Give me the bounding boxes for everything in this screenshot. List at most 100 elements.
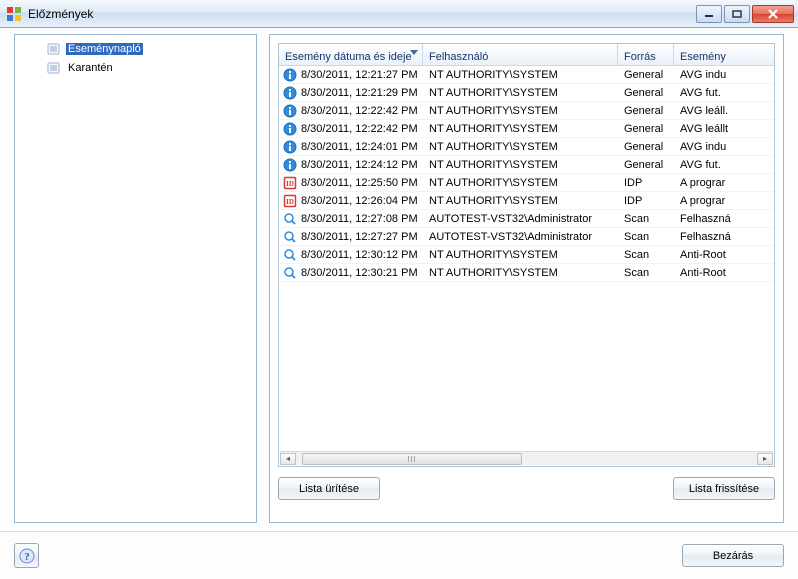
column-header-event[interactable]: Esemény: [674, 44, 743, 65]
cell-date-text: 8/30/2011, 12:24:12 PM: [301, 159, 418, 171]
table-row[interactable]: 8/30/2011, 12:27:27 PM AUTOTEST-VST32\Adm…: [279, 228, 774, 246]
info-icon: [283, 104, 299, 118]
cell-source: Scan: [618, 249, 674, 261]
tree-item-label: Eseménynapló: [66, 43, 143, 55]
cell-user: NT AUTHORITY\SYSTEM: [423, 267, 618, 279]
horizontal-scrollbar[interactable]: ◂ ▸: [280, 451, 773, 465]
window-title: Előzmények: [28, 7, 694, 21]
scroll-right-button[interactable]: ▸: [757, 453, 773, 465]
cell-date: 8/30/2011, 12:24:01 PM: [279, 140, 423, 154]
column-header-date[interactable]: Esemény dátuma és ideje: [279, 44, 423, 65]
cell-source: Scan: [618, 267, 674, 279]
table-row[interactable]: 8/30/2011, 12:30:12 PM NT AUTHORITY\SYSTE…: [279, 246, 774, 264]
tree-panel: Eseménynapló Karantén: [14, 34, 257, 523]
cell-source: General: [618, 69, 674, 81]
table-row[interactable]: 8/30/2011, 12:24:12 PMNT AUTHORITY\SYSTE…: [279, 156, 774, 174]
refresh-list-button[interactable]: Lista frissítése: [673, 477, 775, 500]
client-area: Eseménynapló Karantén Esemény dátuma és i…: [0, 28, 798, 579]
cell-user: NT AUTHORITY\SYSTEM: [423, 123, 618, 135]
cell-event: Anti-Root: [674, 267, 743, 279]
column-header-source[interactable]: Forrás: [618, 44, 674, 65]
body-area: Eseménynapló Karantén Esemény dátuma és i…: [14, 34, 784, 523]
cell-event: AVG leállt: [674, 123, 743, 135]
minimize-button[interactable]: [696, 5, 722, 23]
close-button[interactable]: Bezárás: [682, 544, 784, 567]
column-header-user-label: Felhasználó: [429, 51, 488, 63]
scroll-track[interactable]: [296, 453, 757, 465]
scroll-thumb[interactable]: [302, 453, 522, 465]
tree-item-label: Karantén: [66, 62, 115, 74]
column-header-event-label: Esemény: [680, 51, 726, 63]
help-icon: ?: [19, 548, 35, 564]
cell-date: 8/30/2011, 12:22:42 PM: [279, 122, 423, 136]
table-row[interactable]: 8/30/2011, 12:21:29 PM NT AUTHORITY\SYSTE…: [279, 84, 774, 102]
search-icon: [283, 248, 299, 262]
column-header-source-label: Forrás: [624, 51, 656, 63]
cell-date: ID8/30/2011, 12:26:04 PM: [279, 194, 423, 208]
tree-item[interactable]: Karantén: [19, 59, 252, 77]
cell-event: A prograr: [674, 195, 743, 207]
cell-user: AUTOTEST-VST32\Administrator: [423, 213, 618, 225]
cell-event: AVG indu: [674, 141, 743, 153]
cell-date-text: 8/30/2011, 12:30:12 PM: [301, 249, 418, 261]
cell-date-text: 8/30/2011, 12:24:01 PM: [301, 141, 418, 153]
info-icon: [283, 68, 299, 82]
grid-header: Esemény dátuma és ideje Felhasználó Forr…: [279, 44, 774, 66]
maximize-button[interactable]: [724, 5, 750, 23]
column-header-user[interactable]: Felhasználó: [423, 44, 618, 65]
events-panel: Esemény dátuma és ideje Felhasználó Forr…: [269, 34, 784, 523]
info-icon: [283, 86, 299, 100]
cell-date-text: 8/30/2011, 12:22:42 PM: [301, 123, 418, 135]
cell-date: 8/30/2011, 12:21:29 PM: [279, 86, 423, 100]
page-icon: [47, 61, 63, 75]
cell-date-text: 8/30/2011, 12:21:27 PM: [301, 69, 418, 81]
cell-user: NT AUTHORITY\SYSTEM: [423, 177, 618, 189]
idp-icon: ID: [283, 194, 299, 208]
cell-date: 8/30/2011, 12:30:12 PM: [279, 248, 423, 262]
close-window-button[interactable]: [752, 5, 794, 23]
cell-user: NT AUTHORITY\SYSTEM: [423, 249, 618, 261]
cell-event: Felhaszná: [674, 231, 743, 243]
table-row[interactable]: ID 8/30/2011, 12:25:50 PM NT AUTHORITY\SYS…: [279, 174, 774, 192]
page-icon: [47, 42, 63, 56]
search-icon: [283, 212, 299, 226]
table-row[interactable]: 8/30/2011, 12:27:08 PMAUTOTEST-VST32\Adm…: [279, 210, 774, 228]
cell-user: AUTOTEST-VST32\Administrator: [423, 231, 618, 243]
table-row[interactable]: 8/30/2011, 12:22:42 PMNT AUTHORITY\SYSTE…: [279, 102, 774, 120]
cell-date-text: 8/30/2011, 12:21:29 PM: [301, 87, 418, 99]
info-icon: [283, 158, 299, 172]
svg-text:ID: ID: [286, 198, 294, 206]
cell-source: Scan: [618, 231, 674, 243]
table-row[interactable]: 8/30/2011, 12:21:27 PM NT AUTHORITY\SYSTE…: [279, 66, 774, 84]
clear-list-button[interactable]: Lista ürítése: [278, 477, 380, 500]
cell-date-text: 8/30/2011, 12:30:21 PM: [301, 267, 418, 279]
cell-source: General: [618, 87, 674, 99]
cell-date: 8/30/2011, 12:24:12 PM: [279, 158, 423, 172]
cell-date-text: 8/30/2011, 12:25:50 PM: [301, 177, 418, 189]
help-button[interactable]: ?: [14, 543, 39, 568]
cell-user: NT AUTHORITY\SYSTEM: [423, 87, 618, 99]
cell-date: 8/30/2011, 12:30:21 PM: [279, 266, 423, 280]
cell-event: Anti-Root: [674, 249, 743, 261]
table-row[interactable]: 8/30/2011, 12:30:21 PM NT AUTHORITY\SYSTE…: [279, 264, 774, 282]
table-row[interactable]: ID8/30/2011, 12:26:04 PMNT AUTHORITY\SYS…: [279, 192, 774, 210]
idp-icon: ID: [283, 176, 299, 190]
footer: ? Bezárás: [0, 531, 798, 579]
cell-event: AVG leáll.: [674, 105, 743, 117]
search-icon: [283, 266, 299, 280]
scroll-left-button[interactable]: ◂: [280, 453, 296, 465]
cell-source: Scan: [618, 213, 674, 225]
svg-text:ID: ID: [286, 180, 294, 188]
table-row[interactable]: 8/30/2011, 12:24:01 PM NT AUTHORITY\SYSTE…: [279, 138, 774, 156]
sort-indicator-icon: [410, 50, 418, 55]
cell-user: NT AUTHORITY\SYSTEM: [423, 105, 618, 117]
grid-body: 8/30/2011, 12:21:27 PM NT AUTHORITY\SYSTE…: [279, 66, 774, 450]
panel-button-row: Lista ürítése Lista frissítése: [278, 477, 775, 500]
cell-source: General: [618, 159, 674, 171]
cell-date: ID 8/30/2011, 12:25:50 PM: [279, 176, 423, 190]
table-row[interactable]: 8/30/2011, 12:22:42 PM NT AUTHORITY\SYSTE…: [279, 120, 774, 138]
tree-item[interactable]: Eseménynapló: [19, 40, 252, 58]
cell-user: NT AUTHORITY\SYSTEM: [423, 141, 618, 153]
cell-user: NT AUTHORITY\SYSTEM: [423, 69, 618, 81]
cell-date-text: 8/30/2011, 12:27:27 PM: [301, 231, 418, 243]
